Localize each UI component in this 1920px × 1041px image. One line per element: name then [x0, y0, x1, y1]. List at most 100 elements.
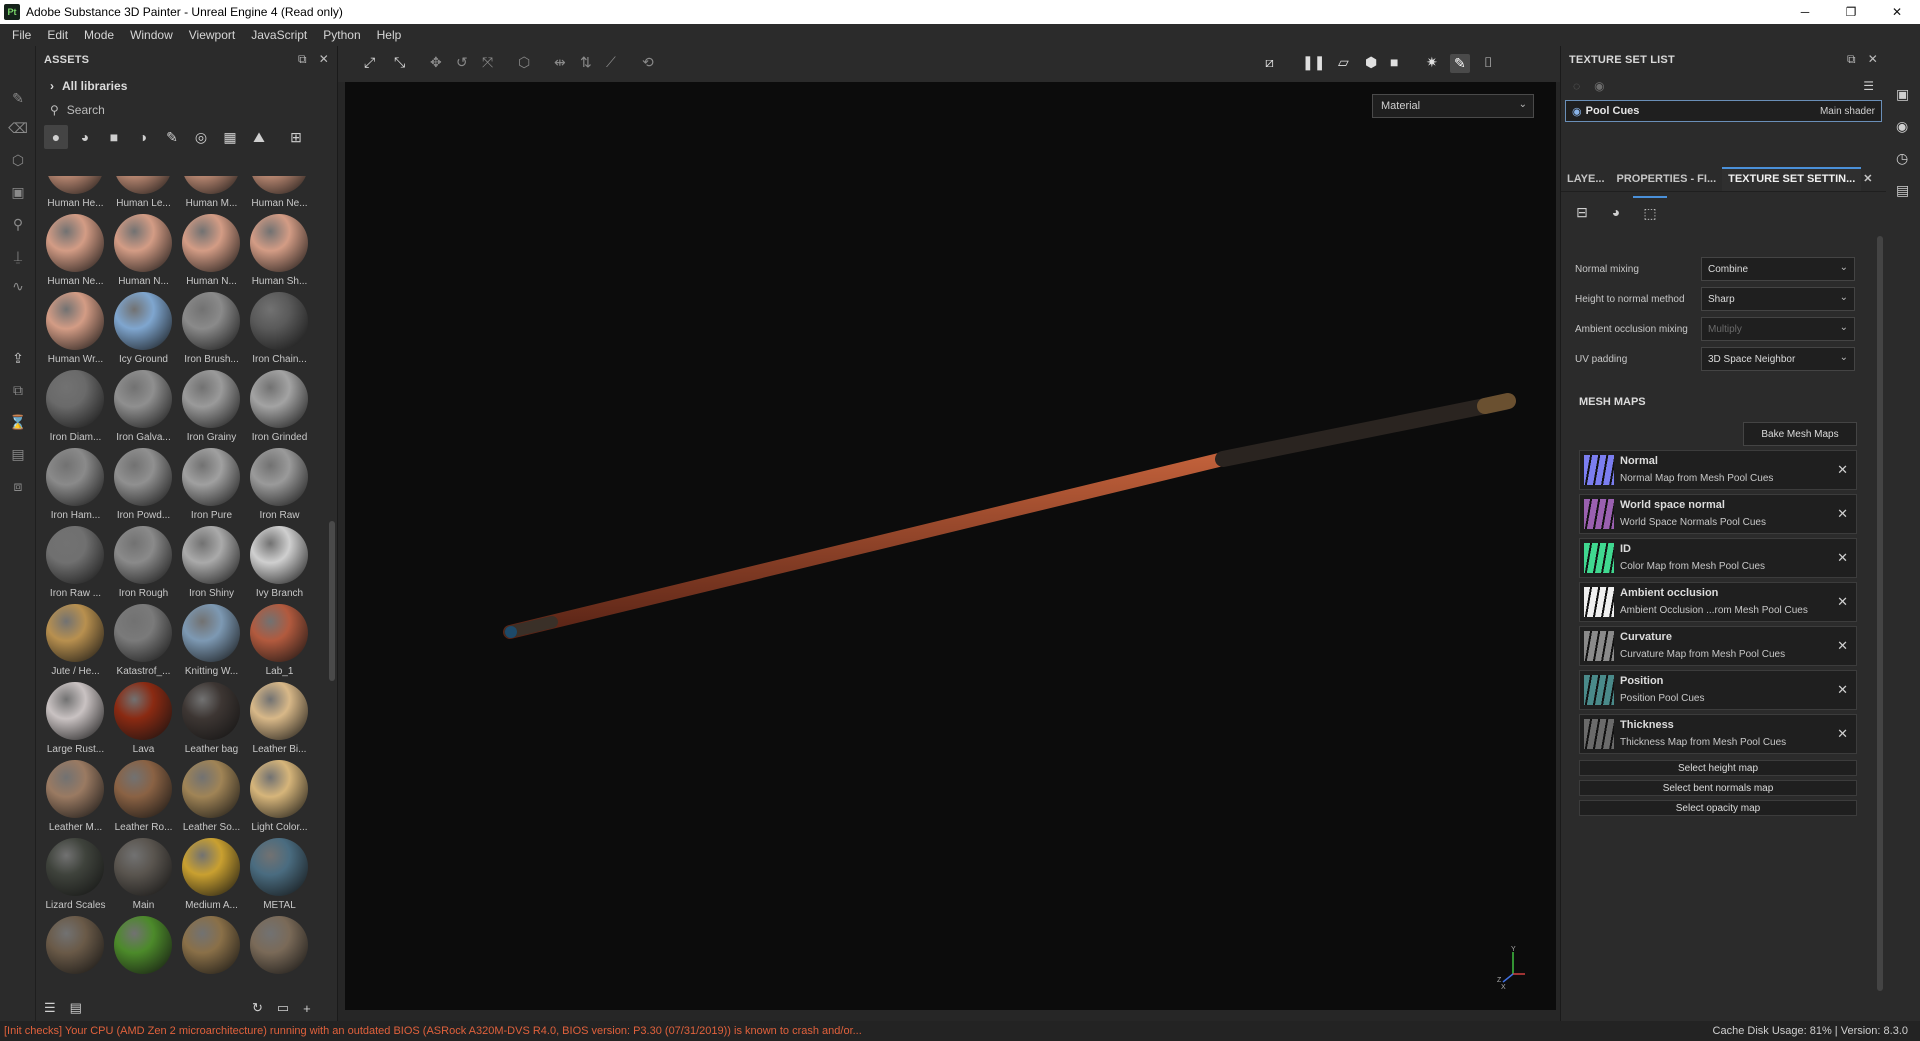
shader-name[interactable]: Main shader — [1820, 106, 1875, 117]
status-warning[interactable]: [Init checks] Your CPU (AMD Zen 2 microa… — [4, 1025, 862, 1037]
bake-tool-icon[interactable]: ✷ — [1426, 54, 1438, 71]
remove-map-icon[interactable]: ✕ — [1837, 594, 1848, 610]
mesh-map-slot[interactable]: ID Color Map from Mesh Pool Cues ✕ — [1579, 538, 1857, 578]
mesh-map-slot[interactable]: Ambient occlusion Ambient Occlusion ...ro… — [1579, 582, 1857, 622]
assets-search[interactable]: ⚲ Search — [36, 98, 337, 122]
reset-icon[interactable]: ⟲ — [642, 54, 654, 71]
select-opacity-map-button[interactable]: Select opacity map — [1579, 800, 1857, 816]
material-sphere-icon[interactable]: ◕ — [1599, 196, 1633, 228]
close-panel-icon[interactable]: ✕ — [1868, 52, 1878, 67]
menu-mode[interactable]: Mode — [76, 28, 122, 42]
display-mode-select[interactable]: Material ⌄ — [1372, 94, 1534, 118]
menu-file[interactable]: File — [4, 28, 39, 42]
remove-map-icon[interactable]: ✕ — [1837, 550, 1848, 566]
remove-map-icon[interactable]: ✕ — [1837, 682, 1848, 698]
mesh-map-slot[interactable]: World space normal World Space Normals Po… — [1579, 494, 1857, 534]
asset-thumbnail[interactable]: Leather Bi... — [242, 682, 310, 760]
menu-help[interactable]: Help — [369, 28, 410, 42]
history-icon[interactable]: ⌛ — [8, 412, 28, 432]
materials-filter-icon[interactable]: ● — [44, 125, 68, 149]
eye-icon[interactable]: ◉ — [1594, 79, 1604, 93]
select-bent-normals-button[interactable]: Select bent normals map — [1579, 780, 1857, 796]
textures-filter-icon[interactable]: ▦ — [218, 125, 242, 149]
asset-thumbnail[interactable]: Human N... — [106, 214, 174, 292]
asset-thumbnail[interactable]: Leather bag — [174, 682, 242, 760]
shelf-icon[interactable]: ⧉ — [8, 380, 28, 400]
float-panel-icon[interactable]: ⧉ — [1847, 52, 1856, 67]
hide-ui-icon[interactable]: ⧄ — [1265, 54, 1274, 71]
asset-thumbnail[interactable]: Human Ne... — [38, 214, 106, 292]
uv-padding-select[interactable]: 3D Space Neighbor ⌄ — [1701, 347, 1855, 371]
rotate-icon[interactable]: ↺ — [456, 54, 468, 71]
asset-thumbnail[interactable]: Human He... — [38, 176, 106, 214]
asset-thumbnail[interactable]: Iron Pure — [174, 448, 242, 526]
hide-all-icon[interactable]: ◌ — [1573, 79, 1580, 93]
refresh-icon[interactable]: ↻ — [252, 1000, 263, 1016]
asset-thumbnail[interactable]: Human Le... — [106, 176, 174, 214]
asset-thumbnail[interactable]: Lab_1 — [242, 604, 310, 682]
asset-thumbnail[interactable]: Iron Rough — [106, 526, 174, 604]
asset-thumbnail[interactable]: Iron Grainy — [174, 370, 242, 448]
maximize-button[interactable]: ❐ — [1828, 0, 1874, 24]
close-window-button[interactable]: ✕ — [1874, 0, 1920, 24]
shader-settings-icon[interactable]: ◉ — [1896, 118, 1908, 135]
remove-map-icon[interactable]: ✕ — [1837, 726, 1848, 742]
history-icon[interactable]: ◷ — [1896, 150, 1908, 167]
asset-thumbnail[interactable]: Leather Ro... — [106, 760, 174, 838]
pool-cue-model[interactable] — [345, 82, 1556, 1010]
asset-thumbnail[interactable]: Iron Chain... — [242, 292, 310, 370]
asset-thumbnail[interactable]: Large Rust... — [38, 682, 106, 760]
viewport-3d-icon[interactable]: ⬢ — [1365, 54, 1377, 71]
search-input[interactable]: Search — [67, 103, 105, 117]
3d-viewport[interactable]: Material ⌄ Y Z X — [345, 82, 1556, 1010]
particles-filter-icon[interactable]: ◎ — [189, 125, 213, 149]
remove-map-icon[interactable]: ✕ — [1837, 462, 1848, 478]
display-settings-icon[interactable]: ▣ — [1896, 86, 1909, 103]
list-options-icon[interactable]: ▤ — [70, 1000, 82, 1016]
viewport-2d-icon[interactable]: ▱ — [1338, 54, 1349, 71]
minimize-button[interactable]: ─ — [1782, 0, 1828, 24]
asset-thumbnail[interactable]: Iron Galva... — [106, 370, 174, 448]
hamburger-menu-icon[interactable]: ☰ — [1863, 79, 1874, 93]
log-icon[interactable]: ▤ — [1896, 182, 1909, 199]
tab-texture-set-settings[interactable]: TEXTURE SET SETTIN... — [1722, 167, 1862, 191]
geometry-mask-icon[interactable]: ▣ — [8, 182, 28, 202]
assets-scrollbar[interactable] — [329, 521, 335, 681]
asset-thumbnail[interactable]: Leather So... — [174, 760, 242, 838]
mesh-map-slot[interactable]: Position Position Pool Cues ✕ — [1579, 670, 1857, 710]
asset-thumbnail[interactable]: Human Ne... — [242, 176, 310, 214]
asset-thumbnail[interactable]: Human Sh... — [242, 214, 310, 292]
tab-properties[interactable]: PROPERTIES - FI... — [1611, 173, 1723, 191]
eraser-icon[interactable]: ⌫ — [8, 118, 28, 138]
asset-thumbnail[interactable]: Iron Raw ... — [38, 526, 106, 604]
height-to-normal-select[interactable]: Sharp ⌄ — [1701, 287, 1855, 311]
bake-mesh-maps-button[interactable]: Bake Mesh Maps — [1743, 422, 1857, 446]
mesh-map-slot[interactable]: Normal Normal Map from Mesh Pool Cues ✕ — [1579, 450, 1857, 490]
settings-scrollbar[interactable] — [1877, 236, 1883, 991]
asset-thumbnail[interactable]: Jute / He... — [38, 604, 106, 682]
asset-thumbnail[interactable]: Human Wr... — [38, 292, 106, 370]
asset-thumbnail[interactable]: Iron Brush... — [174, 292, 242, 370]
remove-map-icon[interactable]: ✕ — [1837, 506, 1848, 522]
mesh-map-slot[interactable]: Thickness Thickness Map from Mesh Pool Cu… — [1579, 714, 1857, 754]
folder-icon[interactable]: ▭ — [277, 1000, 289, 1016]
mesh-map-slot[interactable]: Curvature Curvature Map from Mesh Pool Cu… — [1579, 626, 1857, 666]
mirror-icon[interactable]: ⇹ — [554, 54, 566, 71]
grid-view-icon[interactable]: ⊞ — [284, 125, 308, 149]
camera-icon[interactable]: ■ — [1390, 54, 1398, 70]
tab-layers[interactable]: LAYE... — [1561, 173, 1611, 191]
sort-icon[interactable]: ☰ — [44, 1000, 56, 1016]
transform-icon[interactable]: ⤢ — [364, 54, 375, 71]
paint-brush-icon[interactable]: ✎ — [8, 88, 28, 108]
normal-mixing-select[interactable]: Combine ⌄ — [1701, 257, 1855, 281]
transform-options-icon[interactable]: ⤡ — [394, 54, 405, 71]
asset-thumbnail[interactable]: Knitting W... — [174, 604, 242, 682]
asset-thumbnail[interactable]: Medium A... — [174, 838, 242, 916]
clone-stamp-icon[interactable]: ⍊ — [8, 246, 28, 266]
asset-thumbnail[interactable]: Leather M... — [38, 760, 106, 838]
asset-thumbnail[interactable]: Iron Grinded — [242, 370, 310, 448]
texture-set-icon[interactable]: ⊟ — [1565, 196, 1599, 228]
align-icon[interactable]: ⇅ — [580, 54, 592, 71]
add-icon[interactable]: + — [303, 1001, 311, 1016]
menu-python[interactable]: Python — [315, 28, 368, 42]
